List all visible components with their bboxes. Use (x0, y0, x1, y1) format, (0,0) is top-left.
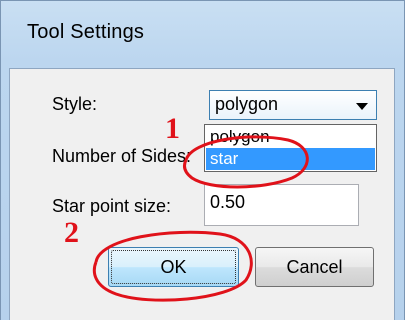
annotation-circle-ok (92, 230, 253, 302)
annotation-overlay (92, 135, 309, 302)
annotation-circle-star (182, 135, 309, 189)
